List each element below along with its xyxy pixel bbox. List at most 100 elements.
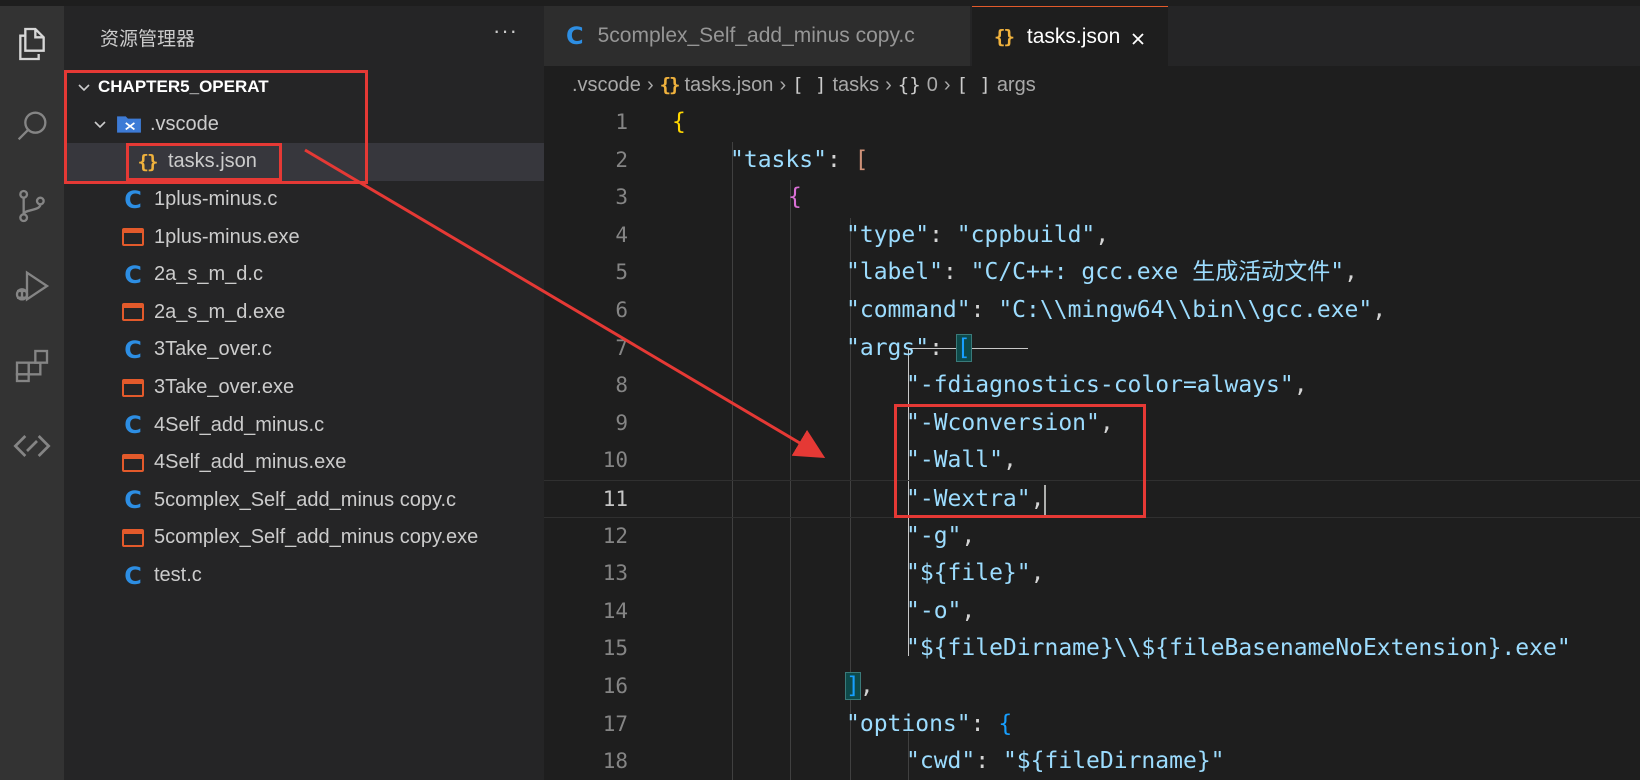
code-token: { xyxy=(788,184,802,211)
exe-file-icon xyxy=(120,300,146,324)
json-file-icon: {} xyxy=(994,25,1015,48)
file-label: 2a_s_m_d.c xyxy=(154,263,263,286)
exe-file-icon xyxy=(120,451,146,475)
code-token: "-fdiagnostics-color=always" xyxy=(906,372,1294,399)
code-token: "C:\\mingw64\\bin\\gcc.exe" xyxy=(998,297,1373,323)
file-row[interactable]: C 3Take_over.c xyxy=(64,331,544,369)
explorer-icon[interactable] xyxy=(0,12,64,76)
breadcrumb-root[interactable]: .vscode xyxy=(572,74,641,97)
file-row[interactable]: C 4Self_add_minus.c xyxy=(64,406,544,444)
code-line: 15 "${fileDirname}\\${fileBasenameNoExte… xyxy=(544,630,1640,668)
file-row[interactable]: 5complex_Self_add_minus copy.exe xyxy=(64,519,544,557)
tab-c-file[interactable]: C 5complex_Self_add_minus copy.c xyxy=(544,6,970,66)
remote-explorer-icon[interactable] xyxy=(0,414,64,478)
code-token: { xyxy=(672,109,686,135)
code-token: "options" xyxy=(846,710,971,737)
tab-tasks-json[interactable]: {} tasks.json xyxy=(972,6,1168,66)
breadcrumb-tasks[interactable]: tasks xyxy=(832,74,879,97)
code-line: 14 "-o", xyxy=(544,593,1640,631)
line-number: 18 xyxy=(602,749,628,774)
project-name: CHAPTER5_OPERAT xyxy=(98,76,269,96)
exe-file-icon xyxy=(120,376,146,400)
tab-bar: C 5complex_Self_add_minus copy.c {} task… xyxy=(544,6,1640,66)
line-number: 13 xyxy=(602,561,628,586)
breadcrumb-item[interactable]: 0 xyxy=(927,74,938,97)
code-token: "args" xyxy=(846,334,930,361)
more-actions-icon[interactable]: ··· xyxy=(493,18,518,44)
file-label: 3Take_over.exe xyxy=(154,376,295,399)
code-token: "${fileDirname}" xyxy=(1002,748,1225,775)
json-file-icon: {} xyxy=(659,74,681,96)
chevron-down-icon xyxy=(90,114,110,134)
folder-label: .vscode xyxy=(150,112,219,135)
code-token: "-Wextra" xyxy=(906,486,1031,512)
code-token: ] xyxy=(845,672,861,700)
file-row[interactable]: C 1plus-minus.c xyxy=(64,181,544,219)
code-token: "cwd" xyxy=(906,748,976,775)
code-line: 1 { xyxy=(544,104,1640,142)
file-label: 2a_s_m_d.exe xyxy=(154,300,286,323)
file-label: 1plus-minus.c xyxy=(154,188,278,211)
code-line: 3 { xyxy=(544,179,1640,217)
folder-vscode[interactable]: .vscode xyxy=(64,106,544,144)
file-row[interactable]: 4Self_add_minus.exe xyxy=(64,444,544,482)
file-label: 5complex_Self_add_minus copy.c xyxy=(154,488,457,511)
breadcrumb-file[interactable]: tasks.json xyxy=(685,74,774,97)
line-number: 11 xyxy=(602,487,628,511)
line-number: 7 xyxy=(615,335,628,360)
tab-label: tasks.json xyxy=(1026,24,1121,48)
file-label: 4Self_add_minus.exe xyxy=(154,451,347,474)
line-number: 2 xyxy=(615,147,628,172)
file-label: test.c xyxy=(154,564,202,587)
c-file-icon: C xyxy=(124,335,142,364)
code-token: { xyxy=(998,710,1013,737)
run-debug-icon[interactable] xyxy=(0,254,64,318)
file-row[interactable]: C test.c xyxy=(64,557,544,595)
breadcrumb-args[interactable]: args xyxy=(997,74,1036,97)
file-row[interactable]: C 5complex_Self_add_minus copy.c xyxy=(64,482,544,520)
code-line: 8 "-fdiagnostics-color=always", xyxy=(544,367,1640,405)
code-line: 16 ], xyxy=(544,668,1640,706)
code-line: 13 "${file}", xyxy=(544,555,1640,593)
line-number: 17 xyxy=(602,711,628,736)
line-number: 5 xyxy=(615,260,628,285)
exe-file-icon xyxy=(120,225,146,249)
c-file-icon: C xyxy=(124,411,142,440)
project-folder[interactable]: CHAPTER5_OPERAT xyxy=(64,68,544,106)
code-editor[interactable]: 1 { 2 "tasks": [ 3 { 4 "type": "cppbuild… xyxy=(544,104,1640,780)
code-token: "-Wconversion" xyxy=(906,409,1100,436)
file-tasks-json[interactable]: {} tasks.json xyxy=(64,143,544,181)
exe-file-icon xyxy=(120,526,146,550)
search-icon[interactable] xyxy=(0,94,64,158)
file-row[interactable]: C 2a_s_m_d.c xyxy=(64,256,544,294)
line-number: 16 xyxy=(602,674,628,698)
activity-bar xyxy=(0,6,64,780)
code-line: 6 "command": "C:\\mingw64\\bin\\gcc.exe"… xyxy=(544,292,1640,330)
code-token: "C/C++: gcc.exe 生成活动文件" xyxy=(970,259,1345,286)
tab-label: 5complex_Self_add_minus copy.c xyxy=(597,24,915,47)
c-file-icon: C xyxy=(124,486,142,515)
file-row[interactable]: 2a_s_m_d.exe xyxy=(64,294,544,332)
code-token: "${fileDirname}\\${fileBasenameNoExtensi… xyxy=(906,635,1571,662)
code-line: 4 "type": "cppbuild", xyxy=(544,217,1640,255)
close-icon[interactable] xyxy=(1130,29,1146,45)
file-label: 3Take_over.c xyxy=(154,338,272,361)
file-row[interactable]: 1plus-minus.exe xyxy=(64,218,544,256)
array-icon: [ ] xyxy=(956,74,991,96)
sidebar-title: 资源管理器 xyxy=(100,29,196,50)
extensions-icon[interactable] xyxy=(0,334,64,398)
breadcrumb: .vscode › {} tasks.json › [ ] tasks › {}… xyxy=(572,66,1036,104)
file-row[interactable]: 3Take_over.exe xyxy=(64,369,544,407)
code-token: "cppbuild" xyxy=(956,221,1096,248)
code-line: 7 "args": [ xyxy=(544,330,1640,368)
code-line: 2 "tasks": [ xyxy=(544,142,1640,180)
array-icon: [ ] xyxy=(792,74,827,96)
line-number: 3 xyxy=(615,185,628,210)
chevron-down-icon xyxy=(74,77,94,97)
line-number: 10 xyxy=(602,448,628,473)
line-number: 9 xyxy=(615,410,628,435)
line-number: 4 xyxy=(615,222,628,247)
line-number: 6 xyxy=(615,298,628,322)
code-token: "command" xyxy=(846,297,971,323)
source-control-icon[interactable] xyxy=(0,174,64,238)
